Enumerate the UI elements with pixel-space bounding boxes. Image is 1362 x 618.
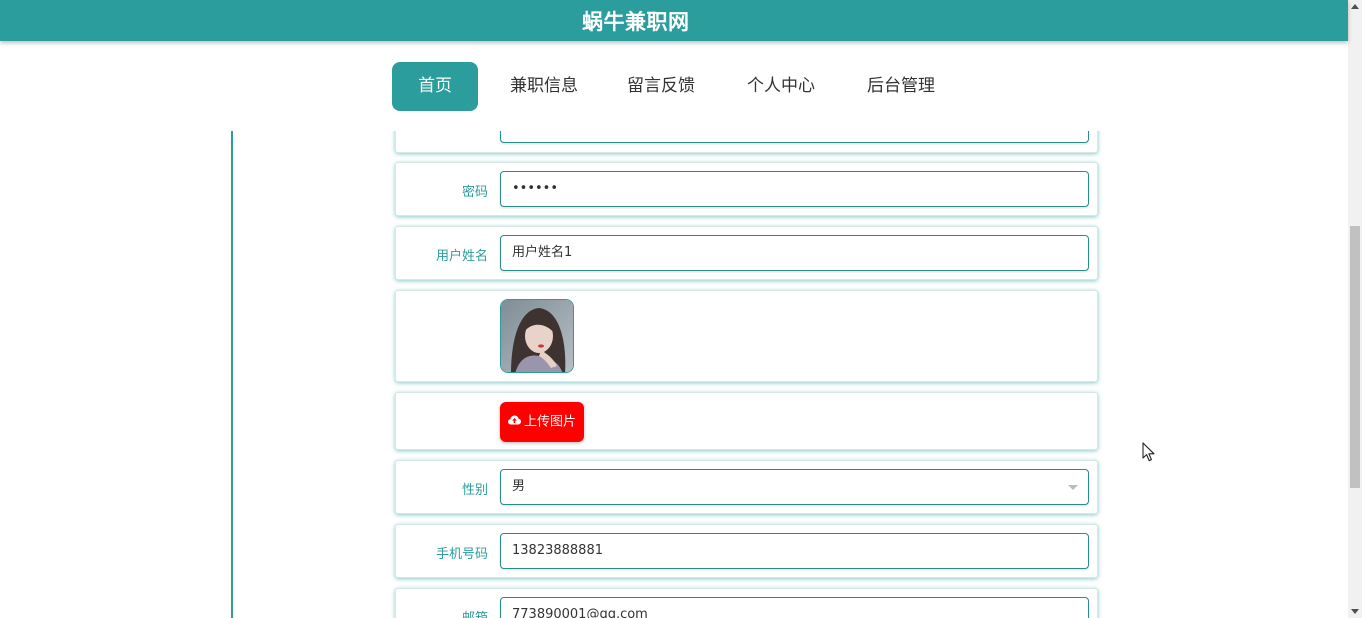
main-nav: 首页 兼职信息 留言反馈 个人中心 后台管理 (0, 41, 1348, 131)
cloud-upload-icon (507, 402, 521, 442)
password-label: 密码 (461, 185, 488, 200)
upload-image-button[interactable]: 上传图片 (500, 402, 584, 442)
email-label: 邮箱 (462, 607, 488, 618)
form-row-upload: 上传图片 (395, 392, 1098, 450)
chevron-down-icon (1068, 485, 1078, 490)
top-header: 蜗牛兼职网 (0, 0, 1348, 41)
site-title: 蜗牛兼职网 (582, 10, 690, 34)
gender-selected-value: 男 (512, 479, 526, 494)
nav-home[interactable]: 首页 (392, 62, 478, 111)
name-label: 用户姓名 (435, 249, 488, 264)
scroll-up-arrow-icon[interactable] (1351, 4, 1359, 9)
nav-jobs[interactable]: 兼职信息 (500, 62, 588, 111)
page-scrollbar[interactable] (1348, 0, 1362, 618)
mouse-cursor-icon (1142, 442, 1156, 466)
form-row-password: 密码 •••••• (395, 162, 1098, 216)
nav-profile[interactable]: 个人中心 (737, 62, 825, 111)
form-row-email: 邮箱 773890001@qq.com (395, 588, 1098, 618)
page: 蜗牛兼职网 首页 兼职信息 留言反馈 个人中心 后台管理 密码 •••••• 用… (0, 0, 1362, 618)
email-input[interactable]: 773890001@qq.com (500, 597, 1089, 618)
form-row-gender: 性别 男 (395, 460, 1098, 514)
name-input[interactable]: 用户姓名1 (500, 235, 1089, 271)
upload-image-label: 上传图片 (523, 414, 576, 430)
scroll-down-arrow-icon[interactable] (1351, 609, 1359, 614)
nav-feedback[interactable]: 留言反馈 (617, 62, 705, 111)
phone-input[interactable]: 13823888881 (500, 533, 1089, 569)
gender-label: 性别 (461, 483, 488, 498)
left-divider (231, 130, 233, 618)
avatar-photo (501, 300, 573, 372)
scroll-thumb[interactable] (1350, 226, 1360, 488)
form-row-avatar (395, 290, 1098, 382)
password-input[interactable]: •••••• (500, 171, 1089, 207)
gender-select[interactable]: 男 (500, 469, 1089, 505)
phone-label: 手机号码 (435, 547, 488, 562)
form-row-name: 用户姓名 用户姓名1 (395, 226, 1098, 280)
form-row-phone: 手机号码 13823888881 (395, 524, 1098, 578)
avatar (500, 299, 574, 373)
nav-admin[interactable]: 后台管理 (857, 62, 945, 111)
